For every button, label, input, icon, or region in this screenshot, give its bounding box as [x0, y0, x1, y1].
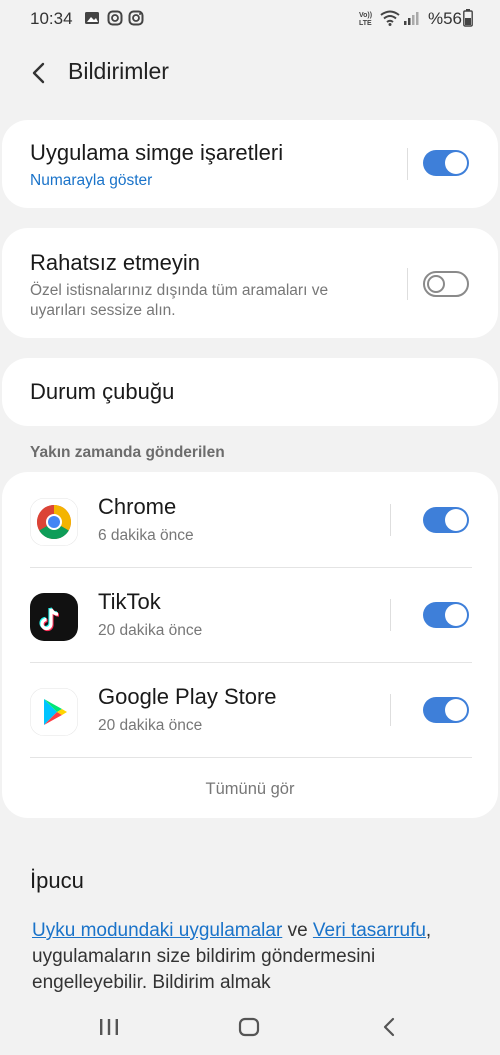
instagram-icon [107, 10, 123, 26]
divider [390, 599, 391, 631]
navigation-bar [0, 995, 500, 1055]
dnd-title: Rahatsız etmeyin [30, 250, 200, 275]
volte-icon: Vo)) LTE [359, 12, 372, 27]
toggle-knob [445, 699, 467, 721]
divider [390, 694, 391, 726]
status-bar-settings-card[interactable]: Durum çubuğu [2, 358, 498, 426]
status-bar-title: Durum çubuğu [30, 379, 175, 404]
toggle-knob [427, 275, 445, 293]
dnd-toggle[interactable] [423, 271, 469, 297]
app-header: Bildirimler [0, 44, 500, 100]
chrome-toggle[interactable] [423, 507, 469, 533]
list-item-play-store[interactable]: Google Play Store 20 dakika önce [2, 662, 498, 757]
tiktok-toggle[interactable] [423, 602, 469, 628]
badges-toggle[interactable] [423, 150, 469, 176]
toggle-knob [445, 152, 467, 174]
back-button[interactable] [22, 56, 56, 90]
instagram-icon [128, 10, 144, 26]
toggle-knob [445, 604, 467, 626]
tip-title: İpucu [30, 868, 84, 893]
divider [407, 268, 408, 300]
badges-title: Uygulama simge işaretleri [30, 140, 284, 165]
battery-percentage: %56 [427, 9, 462, 28]
back-icon [383, 1017, 395, 1037]
data-saver-link[interactable]: Veri tasarrufu [313, 920, 426, 941]
tip-text: Uyku modundaki uygulamalar ve Veri tasar… [32, 918, 462, 996]
signal-icon [404, 12, 419, 25]
home-icon [238, 1017, 260, 1037]
do-not-disturb-card[interactable]: Rahatsız etmeyin Özel istisnalarınız dış… [2, 228, 498, 338]
list-item-chrome[interactable]: Chrome 6 dakika önce [2, 472, 498, 567]
recent-apps-icon [100, 1019, 118, 1035]
back-nav-button[interactable] [369, 1009, 409, 1045]
divider [407, 148, 408, 180]
sleeping-apps-link[interactable]: Uyku modundaki uygulamalar [32, 920, 282, 941]
app-name: Google Play Store [98, 684, 277, 709]
chevron-left-icon [32, 62, 45, 84]
recent-section-label: Yakın zamanda gönderilen [30, 444, 225, 461]
divider [390, 504, 391, 536]
toggle-knob [445, 509, 467, 531]
badges-subtitle: Numarayla göster [30, 172, 153, 189]
list-item-tiktok[interactable]: TikTok 20 dakika önce [2, 567, 498, 662]
app-icon-badges-card[interactable]: Uygulama simge işaretleri Numarayla göst… [2, 120, 498, 208]
see-all-button[interactable]: Tümünü gör [2, 780, 498, 799]
page-title: Bildirimler [68, 58, 169, 84]
app-last-sent: 20 dakika önce [98, 622, 203, 639]
app-last-sent: 20 dakika önce [98, 717, 203, 734]
app-last-sent: 6 dakika önce [98, 527, 194, 544]
play-store-icon [30, 688, 78, 736]
clock: 10:34 [30, 9, 73, 28]
svg-text:LTE: LTE [359, 20, 372, 27]
tip-connector: ve [282, 920, 313, 941]
play-store-toggle[interactable] [423, 697, 469, 723]
row-separator [30, 757, 472, 758]
tiktok-icon [30, 593, 78, 641]
status-bar: 10:34 Vo)) LTE %56 [0, 0, 500, 36]
app-name: Chrome [98, 494, 177, 519]
svg-text:Vo)): Vo)) [359, 12, 372, 19]
battery-icon [463, 9, 473, 27]
notifications-screen: 10:34 Vo)) LTE %56 Bildirimler Uygulama … [0, 0, 500, 1055]
dnd-description: Özel istisnalarınız dışında tüm aramalar… [30, 282, 329, 319]
wifi-icon [380, 10, 400, 26]
app-name: TikTok [98, 589, 161, 614]
recent-apps-button[interactable] [89, 1009, 129, 1045]
chrome-icon [30, 498, 78, 546]
home-button[interactable] [229, 1009, 269, 1045]
image-icon [85, 12, 99, 24]
recent-apps-card: Chrome 6 dakika önce TikTok 20 dakika ön… [2, 472, 498, 818]
